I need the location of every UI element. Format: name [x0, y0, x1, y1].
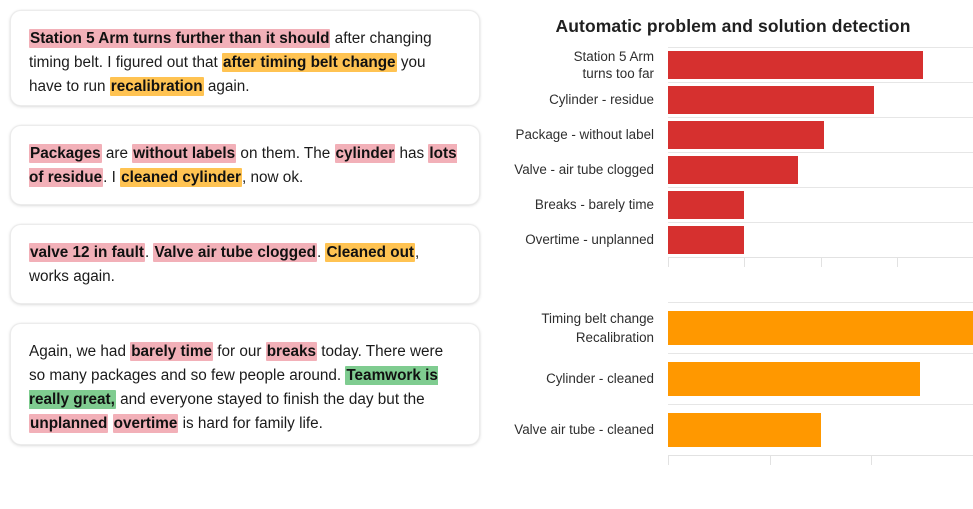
axis-tick: [744, 258, 746, 267]
problem-highlight: valve 12 in fault: [29, 243, 145, 262]
problems-bar-chart: Station 5 Arm turns too far Cylinder - re…: [493, 47, 973, 267]
plot-cell: [668, 302, 973, 353]
plot-cell: [668, 82, 973, 117]
note-text: Station 5 Arm turns further than it shou…: [29, 27, 461, 99]
problem-highlight: Station 5 Arm turns further than it shou…: [29, 29, 331, 48]
solutions-x-axis: [668, 455, 973, 465]
bar[interactable]: [668, 310, 973, 345]
chart-row: Overtime - unplanned: [493, 222, 973, 257]
chart-title: Automatic problem and solution detection: [555, 16, 911, 36]
feedback-notes-pane: Station 5 Arm turns further than it shou…: [0, 0, 493, 509]
note-text-run: again.: [203, 78, 250, 95]
bar[interactable]: [668, 190, 745, 219]
note-text-run: Again, we had: [29, 343, 131, 360]
note-text-run: , now ok.: [242, 169, 304, 186]
plot-cell: [668, 222, 973, 257]
category-label: Package - without label: [515, 127, 654, 142]
plot-cell: [668, 152, 973, 187]
plot-cell: [668, 404, 973, 455]
axis-tick: [896, 258, 898, 267]
note-text-run: are: [101, 145, 133, 162]
feedback-note-card[interactable]: Packages are without labels on them. The…: [10, 125, 480, 205]
feedback-note-card[interactable]: valve 12 in fault. Valve air tube clogge…: [10, 224, 480, 304]
problem-highlight: breaks: [265, 342, 318, 361]
chart-row: Station 5 Arm turns too far: [493, 47, 973, 82]
category-label: Station 5 Arm turns too far: [573, 48, 654, 81]
category-label: Cylinder - residue: [549, 92, 654, 107]
gridline: [668, 47, 973, 48]
feedback-note-card[interactable]: Again, we had barely time for our breaks…: [10, 323, 480, 445]
gridline: [668, 152, 973, 153]
axis-tick: [769, 456, 771, 465]
solutions-chart-rows: Timing belt change Recalibration Cylinder…: [493, 302, 973, 455]
note-text-run: for our: [212, 343, 266, 360]
gridline: [668, 404, 973, 405]
category-label: Cylinder - cleaned: [546, 371, 654, 386]
gridline: [668, 302, 973, 303]
solution-highlight: recalibration: [109, 77, 204, 96]
solutions-bar-chart: Timing belt change Recalibration Cylinder…: [493, 302, 973, 465]
plot-cell: [668, 353, 973, 404]
category-label: Overtime - unplanned: [525, 232, 654, 247]
problems-x-axis: [668, 257, 973, 267]
note-text-run: and everyone stayed to finish the day bu…: [115, 391, 425, 408]
gridline: [668, 82, 973, 83]
gridline: [668, 187, 973, 188]
problem-highlight: without labels: [132, 144, 237, 163]
bar[interactable]: [668, 85, 874, 114]
axis-tick: [820, 258, 822, 267]
axis-tick: [668, 456, 669, 465]
chart-row: Cylinder - cleaned: [493, 353, 973, 404]
chart-row: Valve - air tube clogged: [493, 152, 973, 187]
chart-row: Cylinder - residue: [493, 82, 973, 117]
gridline: [668, 117, 973, 118]
chart-row: Valve air tube - cleaned: [493, 404, 973, 455]
category-label: Valve air tube - cleaned: [514, 422, 654, 437]
chart-row: Package - without label: [493, 117, 973, 152]
note-text: valve 12 in fault. Valve air tube clogge…: [29, 241, 461, 289]
axis-tick: [668, 258, 669, 267]
plot-cell: [668, 47, 973, 82]
problem-highlight: cylinder: [334, 144, 396, 163]
feedback-note-card[interactable]: Station 5 Arm turns further than it shou…: [10, 10, 480, 106]
note-text-run: on them. The: [236, 145, 335, 162]
solution-highlight: after timing belt change: [222, 53, 397, 72]
note-text-run: has: [395, 145, 429, 162]
category-label: Breaks - barely time: [534, 197, 654, 212]
bar[interactable]: [668, 412, 821, 447]
solution-highlight: cleaned cylinder: [120, 168, 242, 187]
gridline: [668, 222, 973, 223]
bar[interactable]: [668, 155, 798, 184]
problem-highlight: Packages: [29, 144, 102, 163]
bar[interactable]: [668, 120, 825, 149]
solution-highlight: Cleaned out: [325, 243, 416, 262]
note-text: Again, we had barely time for our breaks…: [29, 340, 461, 436]
note-text-run: is hard for family life.: [178, 415, 323, 432]
note-text-run: [108, 415, 112, 432]
note-text: Packages are without labels on them. The…: [29, 142, 461, 190]
category-label: Timing belt change Recalibration: [541, 310, 654, 345]
axis-tick: [871, 456, 873, 465]
bar[interactable]: [668, 361, 921, 396]
plot-cell: [668, 117, 973, 152]
chart-row: Breaks - barely time: [493, 187, 973, 222]
bar[interactable]: [668, 50, 924, 79]
app-root: Station 5 Arm turns further than it shou…: [0, 0, 973, 509]
problem-highlight: barely time: [130, 342, 213, 361]
note-text-run: . I: [103, 169, 121, 186]
charts-pane: Automatic problem and solution detection…: [493, 0, 973, 509]
problems-chart-rows: Station 5 Arm turns too far Cylinder - re…: [493, 47, 973, 257]
problem-highlight: unplanned: [29, 414, 109, 433]
problem-highlight: overtime: [112, 414, 179, 433]
plot-cell: [668, 187, 973, 222]
problem-highlight: Valve air tube clogged: [153, 243, 317, 262]
bar[interactable]: [668, 225, 745, 254]
chart-row: Timing belt change Recalibration: [493, 302, 973, 353]
category-label: Valve - air tube clogged: [514, 162, 654, 177]
gridline: [668, 353, 973, 354]
